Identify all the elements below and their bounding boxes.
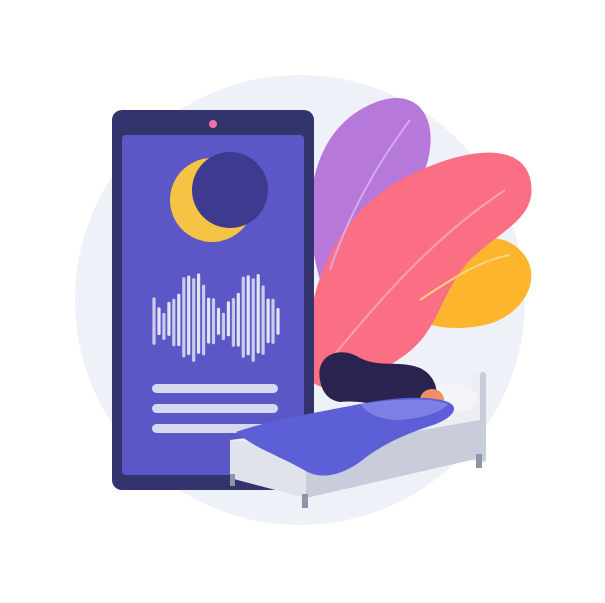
wave-bar — [177, 293, 181, 347]
wave-bar — [276, 308, 280, 335]
wave-bar — [221, 312, 225, 341]
screen-text-line — [152, 384, 278, 393]
wave-bar — [246, 275, 250, 356]
phone-camera — [209, 120, 217, 128]
wave-bar — [202, 284, 206, 356]
wave-bar — [187, 275, 191, 355]
wave-bar — [197, 273, 201, 354]
wave-bar — [256, 274, 260, 354]
wave-bar — [207, 297, 211, 344]
wave-bar — [192, 278, 196, 362]
wave-bar — [261, 285, 265, 355]
wave-bar — [226, 301, 230, 337]
wave-bar — [162, 312, 166, 340]
wave-bar — [241, 276, 245, 358]
wave-bar — [167, 301, 171, 336]
wave-bar — [251, 278, 255, 362]
wave-bar — [172, 298, 176, 347]
wave-bar — [216, 307, 221, 335]
bed-leg — [230, 474, 235, 486]
wave-bar — [271, 298, 275, 344]
wave-bar — [266, 298, 270, 344]
wave-bar — [236, 292, 240, 347]
screen-text-line — [152, 404, 278, 413]
moon-shadow — [192, 152, 268, 228]
wave-bar — [182, 277, 186, 358]
sleep-tracking-illustration — [75, 75, 532, 525]
bed-leg — [476, 454, 482, 468]
wave-bar — [152, 297, 156, 345]
wave-bar — [157, 307, 161, 336]
bed-headboard-shade — [480, 372, 486, 462]
wave-bar — [211, 298, 216, 345]
bed-leg — [302, 494, 308, 508]
wave-bar — [231, 298, 235, 347]
